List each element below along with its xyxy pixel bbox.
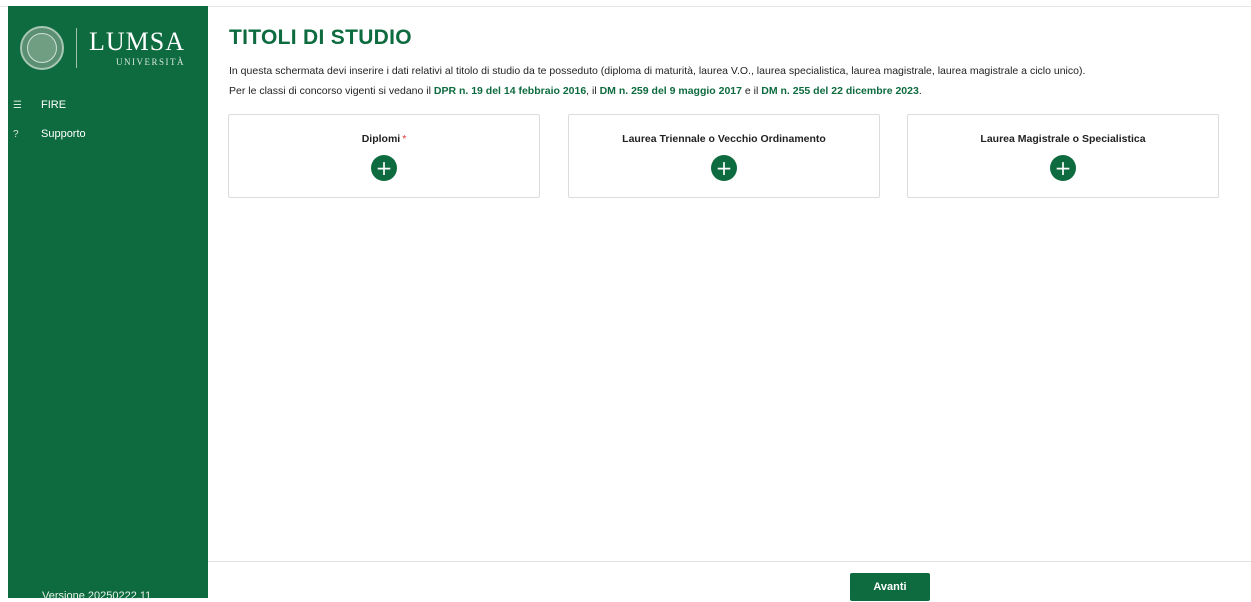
card-title: Laurea Magistrale o Specialistica <box>980 133 1146 145</box>
dpr-link[interactable]: DPR n. 19 del 14 febbraio 2016 <box>434 85 586 97</box>
card-laurea-magistrale: Laurea Magistrale o Specialistica + <box>907 114 1219 198</box>
question-icon: ? <box>13 128 19 140</box>
add-diploma-button[interactable]: + <box>371 155 397 181</box>
classes-reference: Per le classi di concorso vigenti si ved… <box>229 85 922 97</box>
footer-divider <box>208 561 1251 562</box>
classes-prefix: Per le classi di concorso vigenti si ved… <box>229 85 434 97</box>
avanti-button[interactable]: Avanti <box>850 573 930 601</box>
sidebar-item-supporto[interactable]: ? Supporto <box>13 125 86 143</box>
lumsa-logo[interactable]: LUMSA UNIVERSITÀ <box>20 22 200 74</box>
logo-wordmark: LUMSA UNIVERSITÀ <box>89 27 186 68</box>
add-laurea-magistrale-button[interactable]: + <box>1050 155 1076 181</box>
card-laurea-triennale: Laurea Triennale o Vecchio Ordinamento + <box>568 114 880 198</box>
add-laurea-triennale-button[interactable]: + <box>711 155 737 181</box>
sidebar-item-label: Supporto <box>41 128 86 140</box>
university-seal-icon <box>20 26 64 70</box>
list-icon: ☰ <box>13 99 22 111</box>
card-title: Laurea Triennale o Vecchio Ordinamento <box>622 133 826 145</box>
sidebar: LUMSA UNIVERSITÀ ☰ FIRE ? Supporto Versi… <box>8 6 208 602</box>
logo-divider <box>76 28 77 68</box>
required-marker: * <box>402 133 407 145</box>
card-title-text: Diplomi <box>361 133 401 145</box>
sidebar-item-fire[interactable]: ☰ FIRE <box>13 96 66 114</box>
dm-259-link[interactable]: DM n. 259 del 9 maggio 2017 <box>600 85 742 97</box>
plus-icon: + <box>375 156 393 180</box>
separator-text: , il <box>586 85 600 97</box>
dm-255-link[interactable]: DM n. 255 del 22 dicembre 2023 <box>761 85 919 97</box>
main-content: TITOLI DI STUDIO In questa schermata dev… <box>208 6 1251 601</box>
page-description: In questa schermata devi inserire i dati… <box>229 65 1086 77</box>
version-label: Versione 20250222.11 <box>42 590 152 602</box>
card-title: Diplomi * <box>362 133 407 145</box>
separator-text: e il <box>741 85 762 97</box>
card-diplomi: Diplomi * + <box>228 114 540 198</box>
plus-icon: + <box>715 156 733 180</box>
logo-sub-text: UNIVERSITÀ <box>116 57 186 67</box>
plus-icon: + <box>1054 156 1072 180</box>
sidebar-item-label: FIRE <box>41 99 67 111</box>
sentence-end: . <box>918 85 922 97</box>
page-title: TITOLI DI STUDIO <box>229 26 412 49</box>
logo-main-text: LUMSA <box>89 27 186 56</box>
